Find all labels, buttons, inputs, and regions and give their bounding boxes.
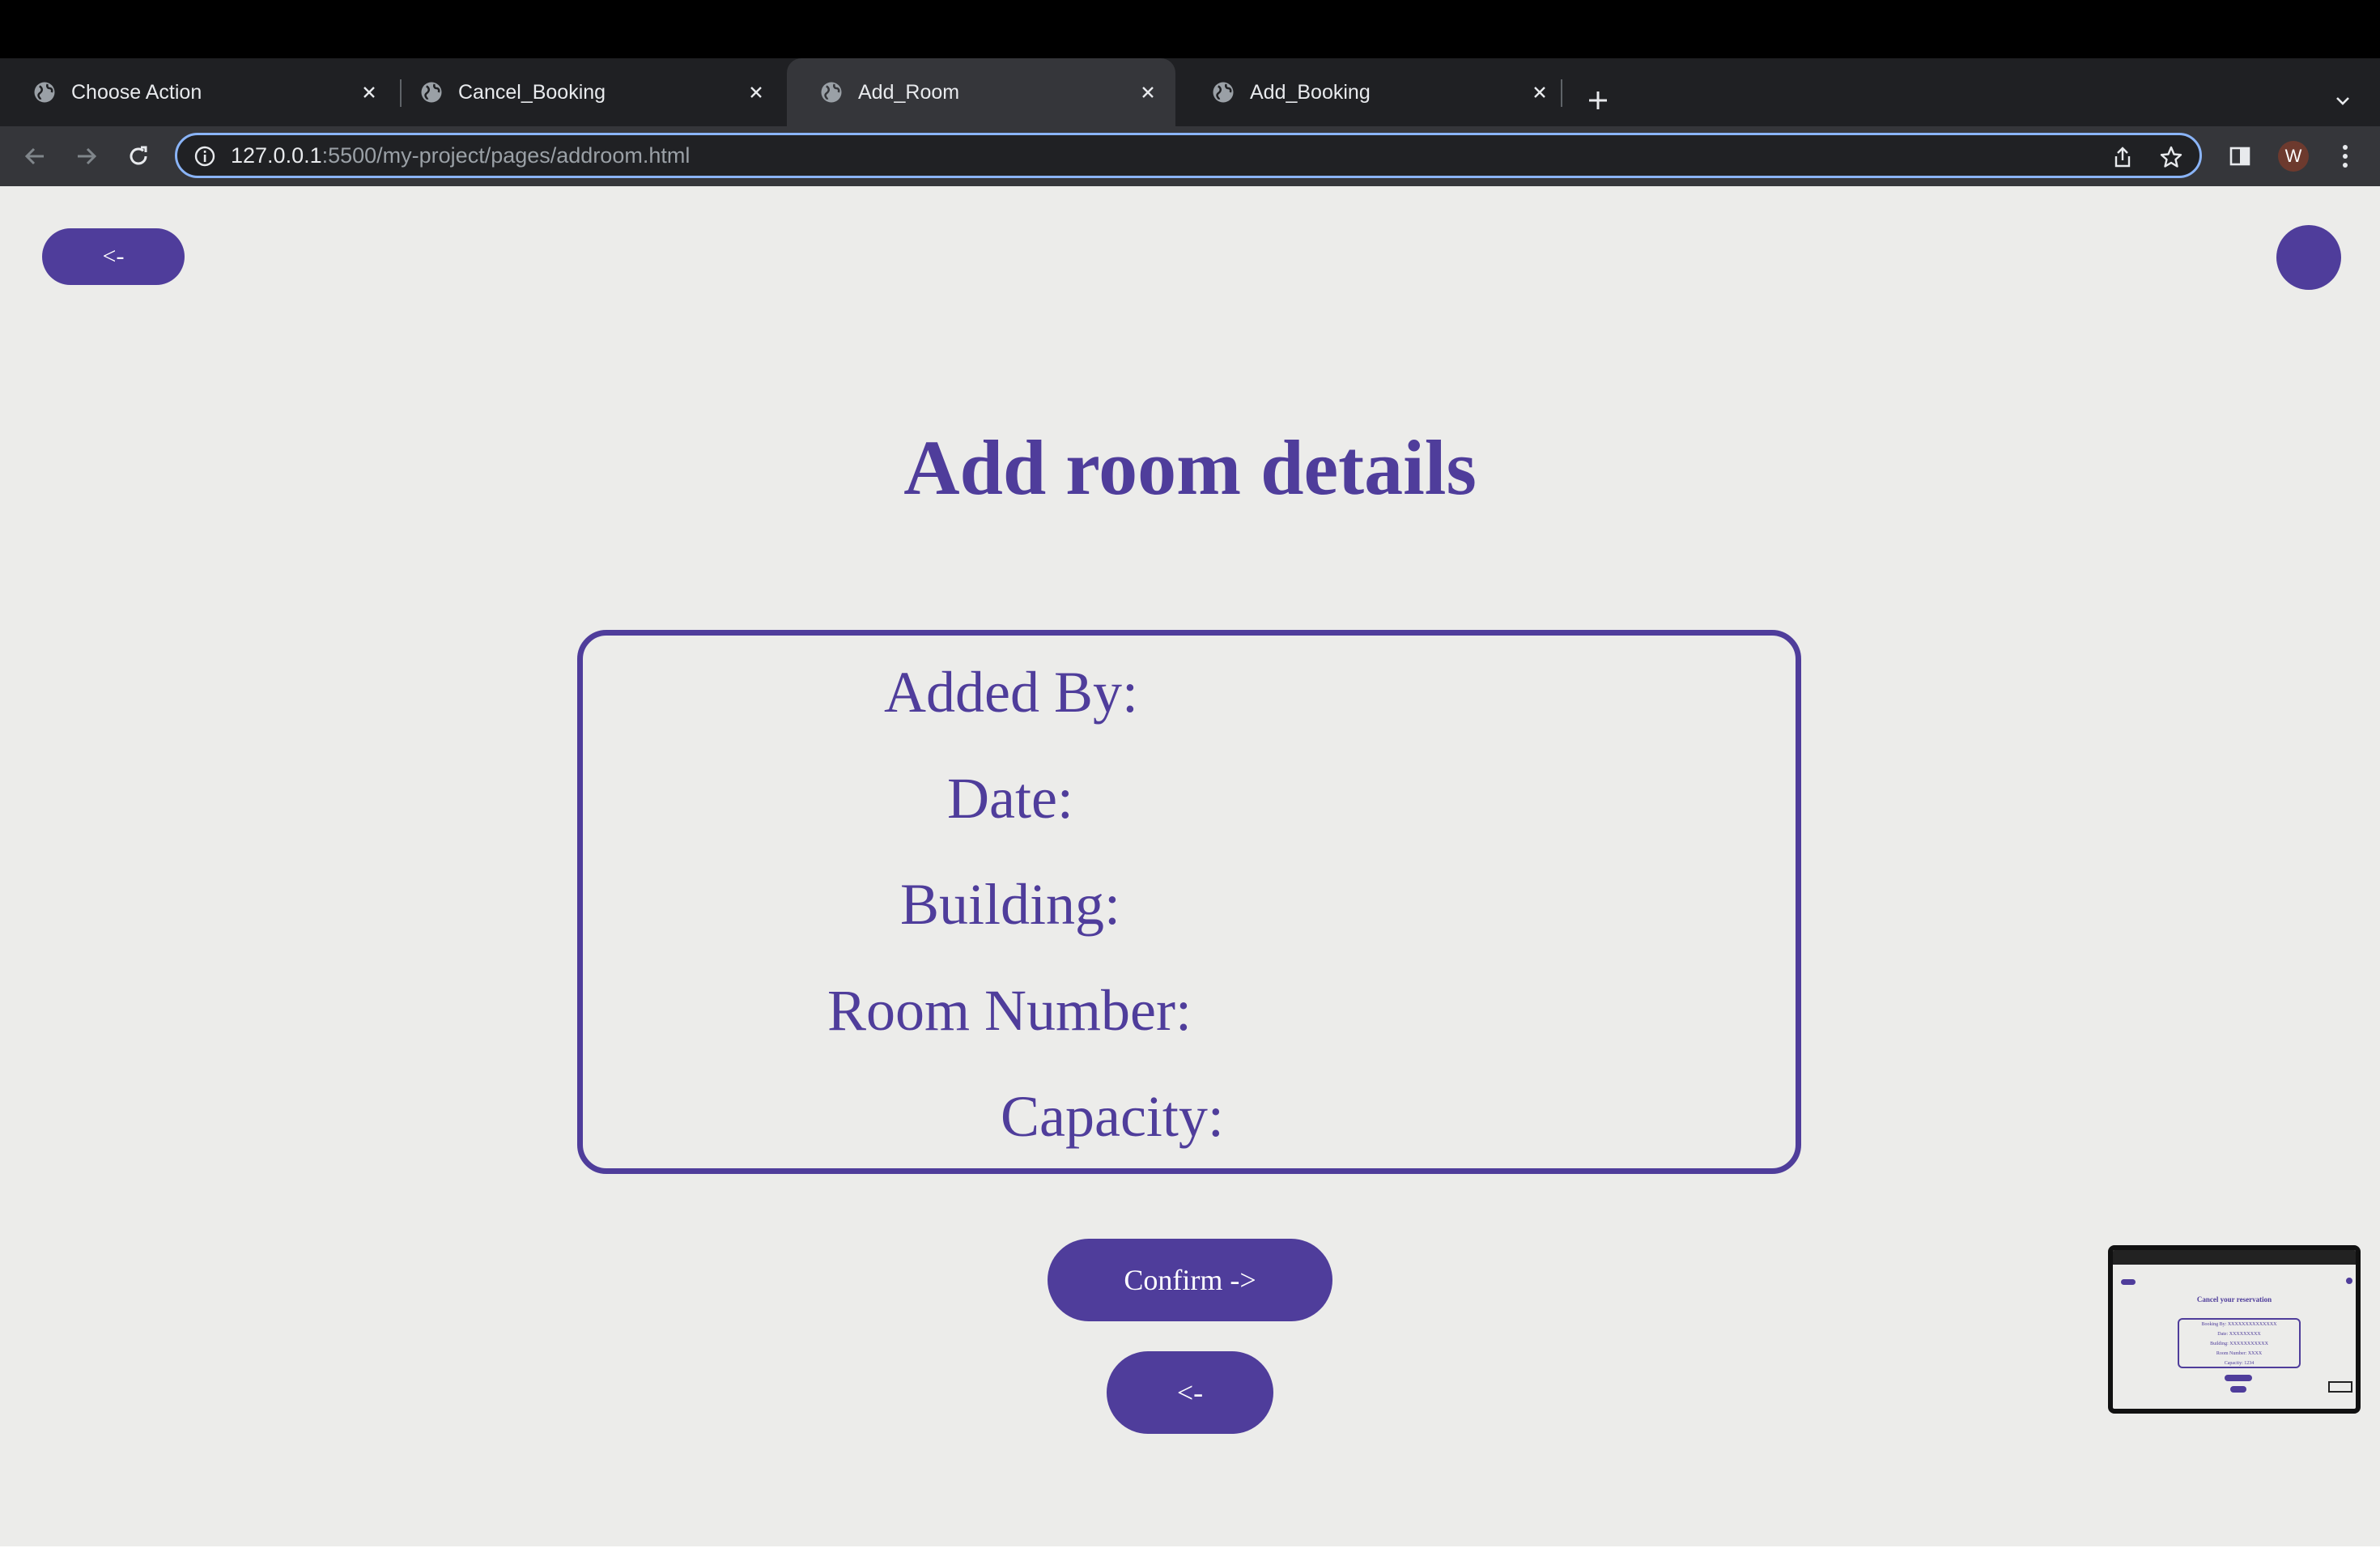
form-row-added-by: Added By: bbox=[884, 654, 1138, 730]
confirm-button[interactable]: Confirm -> bbox=[1048, 1239, 1332, 1321]
back-button-top[interactable]: <- bbox=[42, 228, 185, 285]
globe-icon bbox=[421, 82, 442, 103]
tab-strip: Choose Action Cancel_Booking Add_Room Ad… bbox=[0, 58, 2380, 126]
thumbnail-title: Cancel your reservation bbox=[2196, 1295, 2272, 1303]
close-icon[interactable] bbox=[740, 76, 772, 108]
close-icon[interactable] bbox=[1132, 76, 1164, 108]
close-icon[interactable] bbox=[1524, 76, 1556, 108]
thumbnail-browser-bar bbox=[2113, 1250, 2356, 1265]
thumbnail-details-box: Booking By: XXXXXXXXXXXXXX Date: XXXXXXX… bbox=[2178, 1318, 2301, 1368]
tab-title: Cancel_Booking bbox=[458, 80, 606, 104]
url-host: 127.0.0.1 bbox=[231, 143, 322, 168]
thumbnail-circle bbox=[2346, 1278, 2352, 1284]
reload-button[interactable] bbox=[120, 138, 157, 175]
building-label: Building: bbox=[900, 871, 1121, 937]
form-row-building: Building: bbox=[900, 866, 1120, 942]
tab-title: Add_Booking bbox=[1250, 80, 1371, 104]
capacity-label: Capacity: bbox=[1001, 1083, 1224, 1149]
globe-icon bbox=[34, 82, 55, 103]
thumbnail-window-icon bbox=[2328, 1381, 2352, 1393]
room-number-label: Room Number: bbox=[827, 977, 1192, 1043]
added-by-label: Added By: bbox=[884, 659, 1138, 725]
tab-add-room[interactable]: Add_Room bbox=[787, 58, 1175, 126]
tab-title: Choose Action bbox=[71, 80, 202, 104]
page-title: Add room details bbox=[903, 424, 1477, 511]
room-number-input[interactable] bbox=[1222, 972, 1549, 1048]
tab-cancel-booking[interactable]: Cancel_Booking bbox=[387, 58, 784, 126]
url-path: :5500/my-project/pages/addroom.html bbox=[321, 143, 691, 168]
close-icon[interactable] bbox=[353, 76, 385, 108]
arrow-left-icon bbox=[24, 147, 44, 165]
kebab-menu-icon bbox=[2343, 145, 2348, 168]
globe-icon bbox=[821, 82, 842, 103]
screen-recording-thumbnail[interactable]: Cancel your reservation Booking By: XXXX… bbox=[2108, 1245, 2361, 1414]
back-button[interactable] bbox=[16, 138, 53, 175]
browser-menu-button[interactable] bbox=[2327, 138, 2364, 175]
address-bar[interactable]: 127.0.0.1:5500/my-project/pages/addroom.… bbox=[175, 133, 2202, 178]
browser-toolbar: 127.0.0.1:5500/my-project/pages/addroom.… bbox=[0, 126, 2380, 186]
share-icon bbox=[2114, 147, 2131, 168]
form-row-date: Date: bbox=[947, 760, 1073, 836]
tab-title: Add_Room bbox=[858, 80, 960, 104]
page-viewport: <- Add room details Added By: Date: Buil… bbox=[0, 186, 2380, 1548]
added-by-input[interactable] bbox=[1167, 654, 1494, 730]
globe-icon bbox=[1213, 82, 1234, 103]
avatar: W bbox=[2278, 141, 2309, 172]
tab-separator bbox=[1561, 79, 1562, 107]
chevron-down-icon bbox=[2336, 97, 2349, 105]
tab-add-booking[interactable]: Add_Booking bbox=[1179, 58, 1567, 126]
thumbnail-back-pill bbox=[2230, 1386, 2246, 1393]
back-button-bottom[interactable]: <- bbox=[1107, 1351, 1273, 1434]
share-button[interactable] bbox=[2109, 143, 2136, 171]
form-row-capacity: Capacity: bbox=[1001, 1078, 1224, 1155]
info-icon[interactable] bbox=[193, 145, 216, 168]
profile-circle-button[interactable] bbox=[2276, 225, 2341, 290]
thumbnail-line: Building: XXXXXXXXXXX bbox=[2210, 1342, 2268, 1346]
form-row-room-number: Room Number: bbox=[827, 972, 1192, 1048]
thumbnail-back-pill bbox=[2121, 1279, 2136, 1285]
side-panel-icon bbox=[2229, 147, 2250, 166]
tab-choose-action[interactable]: Choose Action bbox=[0, 58, 397, 126]
plus-icon bbox=[1589, 91, 1607, 109]
tab-search-button[interactable] bbox=[2323, 81, 2362, 120]
thumbnail-line: Capacity: 1234 bbox=[2224, 1361, 2255, 1366]
star-icon bbox=[2160, 146, 2182, 168]
bookmark-button[interactable] bbox=[2157, 143, 2185, 171]
thumbnail-line: Room Number: XXXX bbox=[2216, 1351, 2263, 1356]
thumbnail-confirm-pill bbox=[2225, 1375, 2252, 1381]
new-tab-button[interactable] bbox=[1579, 81, 1617, 120]
forward-button[interactable] bbox=[68, 138, 105, 175]
url-text[interactable]: 127.0.0.1:5500/my-project/pages/addroom.… bbox=[231, 143, 690, 168]
capacity-input[interactable] bbox=[1254, 1078, 1377, 1155]
side-panel-button[interactable] bbox=[2221, 138, 2259, 175]
reload-icon bbox=[130, 146, 147, 165]
thumbnail-line: Booking By: XXXXXXXXXXXXXX bbox=[2201, 1322, 2277, 1327]
building-input[interactable] bbox=[1151, 866, 1478, 942]
date-label: Date: bbox=[947, 765, 1073, 831]
date-input[interactable] bbox=[1103, 760, 1430, 836]
thumbnail-line: Date: XXXXXXXXX bbox=[2217, 1332, 2261, 1337]
profile-button[interactable]: W bbox=[2275, 138, 2312, 175]
arrow-right-icon bbox=[78, 147, 97, 165]
